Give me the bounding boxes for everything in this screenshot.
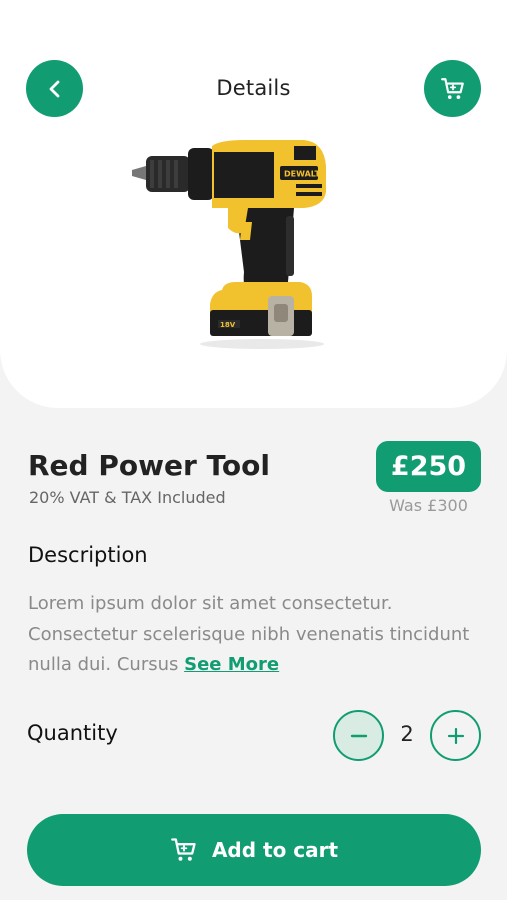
product-name: Red Power Tool bbox=[28, 449, 270, 482]
plus-icon bbox=[447, 727, 464, 744]
product-image: DEWALT 18V bbox=[132, 140, 326, 349]
add-to-cart-label: Add to cart bbox=[211, 838, 339, 862]
quantity-increment-button[interactable] bbox=[430, 710, 481, 761]
cart-button[interactable] bbox=[424, 60, 481, 117]
see-more-link[interactable]: See More bbox=[184, 654, 279, 675]
cart-icon bbox=[171, 838, 196, 861]
quantity-decrement-button[interactable] bbox=[333, 710, 384, 761]
quantity-value: 2 bbox=[400, 722, 414, 746]
description-text: Lorem ipsum dolor sit amet consectetur. … bbox=[28, 589, 478, 681]
battery-voltage-label: 18V bbox=[220, 321, 236, 329]
quantity-label: Quantity bbox=[27, 721, 118, 745]
drill-brand-logo: DEWALT bbox=[284, 170, 321, 179]
add-to-cart-button[interactable]: Add to cart bbox=[27, 814, 481, 886]
cart-icon bbox=[440, 77, 464, 99]
price-badge: £250 bbox=[376, 441, 481, 492]
vat-note: 20% VAT & TAX Included bbox=[29, 488, 226, 507]
was-price: Was £300 bbox=[389, 496, 468, 515]
minus-icon bbox=[350, 734, 367, 737]
product-hero-card: Details DEWALT 18V bbox=[0, 0, 507, 408]
description-title: Description bbox=[28, 543, 148, 567]
